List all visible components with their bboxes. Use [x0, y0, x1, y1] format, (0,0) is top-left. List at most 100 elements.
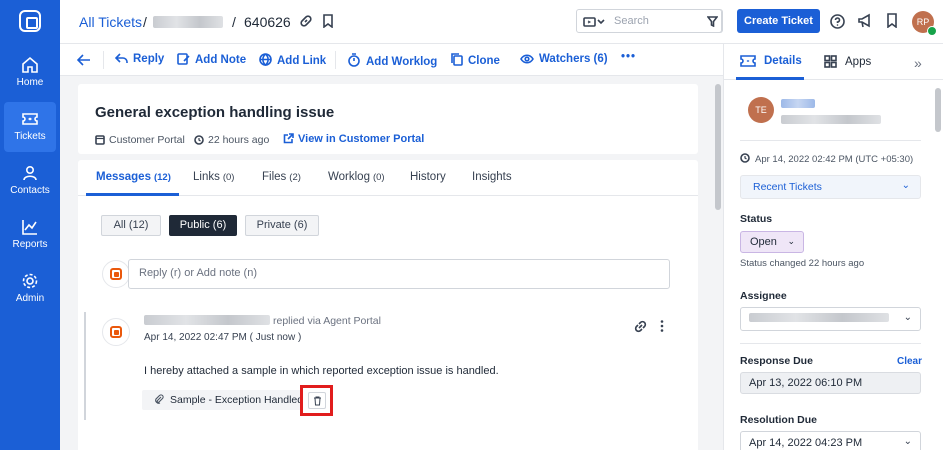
nav-label: Admin [15, 293, 45, 304]
message-more-icon[interactable] [659, 319, 665, 333]
status-label: Status [740, 213, 773, 225]
main-scrollbar-thumb[interactable] [715, 84, 721, 210]
nav-item-admin[interactable]: Admin [4, 264, 56, 314]
tab-insights[interactable]: Insights [472, 171, 512, 183]
breadcrumb-all-tickets[interactable]: All Tickets [79, 14, 142, 30]
external-link-icon [283, 133, 294, 144]
reply-label: Reply [133, 53, 165, 65]
filter-button[interactable] [703, 9, 723, 33]
clone-button[interactable]: Clone [451, 53, 500, 67]
delete-attachment-button[interactable] [308, 392, 326, 409]
trash-icon [314, 396, 321, 406]
nav-label: Contacts [10, 185, 50, 196]
resolution-due-field[interactable]: Apr 14, 2022 04:23 PM ⌄ [740, 431, 921, 450]
details-panel-tabs: Details Apps » [724, 44, 943, 80]
response-due-label: Response Due [740, 355, 813, 367]
person-icon [23, 165, 37, 181]
message-body: I hereby attached a sample in which repo… [144, 365, 499, 377]
note-icon [177, 53, 190, 65]
requester-avatar[interactable]: TE [748, 97, 774, 123]
nav-item-home[interactable]: Home [4, 48, 56, 98]
user-avatar[interactable]: RP [912, 11, 937, 36]
tab-files[interactable]: Files (2) [262, 171, 301, 183]
help-icon[interactable] [830, 14, 845, 29]
assignee-dropdown[interactable]: ⌄ [740, 307, 921, 331]
chart-icon [22, 220, 37, 235]
message-item: replied via Agent Portal Apr 14, 2022 02… [78, 302, 698, 450]
tab-details-label: Details [764, 55, 802, 67]
ticket-header-card: General exception handling issue Custome… [78, 84, 698, 154]
ticket-age-label: 22 hours ago [208, 134, 270, 146]
tab-count: (12) [153, 172, 171, 183]
reply-button[interactable]: Reply [114, 53, 165, 65]
copy-icon [451, 53, 463, 66]
filter-all[interactable]: All (12) [101, 215, 161, 236]
response-due-field[interactable]: Apr 13, 2022 06:10 PM [740, 372, 921, 394]
user-initials: RP [916, 17, 930, 27]
attachment-name: Sample - Exception Handled.zip [170, 394, 320, 406]
tab-worklog[interactable]: Worklog (0) [328, 171, 385, 183]
agent-brand-avatar-icon [102, 260, 130, 288]
divider [740, 140, 921, 141]
watchers-button[interactable]: Watchers (6) [520, 53, 608, 65]
tab-history[interactable]: History [410, 171, 446, 183]
filter-public[interactable]: Public (6) [169, 215, 237, 236]
view-in-portal-link[interactable]: View in Customer Portal [283, 133, 424, 145]
left-navigation: Home Tickets Contacts Reports Admin [0, 0, 60, 450]
tab-label: Worklog [328, 171, 370, 183]
paperclip-icon [155, 394, 164, 404]
tab-details[interactable]: Details [740, 55, 802, 67]
create-ticket-button[interactable]: Create Ticket [737, 9, 820, 33]
message-author: replied via Agent Portal [144, 315, 381, 327]
tab-apps[interactable]: Apps [824, 55, 871, 68]
tab-links[interactable]: Links (0) [193, 171, 234, 183]
add-link-button[interactable]: Add Link [259, 53, 326, 67]
ticket-number: 640626 [244, 14, 291, 30]
ticket-details-icon [740, 55, 756, 67]
tab-messages[interactable]: Messages (12) [96, 171, 171, 183]
tab-count: (2) [289, 172, 301, 183]
more-actions-icon[interactable]: ••• [621, 51, 636, 63]
clock-icon [740, 153, 750, 163]
app-logo-icon[interactable] [19, 10, 41, 32]
message-link-icon[interactable] [634, 320, 647, 333]
search-scope-dropdown-icon[interactable] [583, 16, 607, 28]
saved-bookmark-icon[interactable] [886, 13, 898, 28]
nav-item-contacts[interactable]: Contacts [4, 156, 56, 206]
message-time: Apr 14, 2022 02:47 PM ( Just now ) [144, 332, 302, 343]
apps-grid-icon [824, 55, 837, 68]
search-box[interactable]: Search [576, 9, 722, 33]
clone-label: Clone [468, 55, 500, 67]
online-status-icon [927, 26, 937, 36]
clear-response-due-link[interactable]: Clear [897, 356, 922, 367]
details-scrollbar-thumb[interactable] [935, 88, 941, 132]
filter-private[interactable]: Private (6) [245, 215, 319, 236]
bookmark-icon[interactable] [322, 14, 334, 28]
nav-item-reports[interactable]: Reports [4, 210, 56, 260]
nav-item-tickets[interactable]: Tickets [4, 102, 56, 152]
reply-input[interactable]: Reply (r) or Add note (n) [128, 259, 670, 289]
status-dropdown[interactable]: Open ⌄ [740, 231, 804, 253]
gear-icon [22, 273, 38, 289]
chevron-down-icon: ⌄ [901, 180, 910, 191]
announcement-icon[interactable] [857, 13, 873, 29]
collapse-panel-icon[interactable]: » [914, 55, 922, 71]
ticket-main-area: General exception handling issue Custome… [60, 76, 723, 450]
details-scrollbar[interactable] [935, 88, 941, 450]
main-scrollbar[interactable] [715, 84, 721, 450]
copy-link-icon[interactable] [299, 14, 313, 28]
requester-email-redacted [781, 115, 881, 124]
add-note-button[interactable]: Add Note [177, 53, 246, 66]
ticket-source-label: Customer Portal [109, 134, 185, 146]
breadcrumb-redacted-group[interactable] [153, 16, 223, 28]
resolution-due-value: Apr 14, 2022 04:23 PM [749, 437, 863, 449]
created-time-label: Apr 14, 2022 02:42 PM (UTC +05:30) [755, 154, 914, 165]
conversation-card: Messages (12) Links (0) Files (2) Worklog (0… [78, 160, 698, 450]
add-worklog-button[interactable]: Add Worklog [347, 53, 437, 68]
requester-name-redacted[interactable] [781, 99, 815, 108]
clock-history-icon [194, 135, 204, 145]
resolution-due-label: Resolution Due [740, 414, 818, 426]
recent-tickets-dropdown[interactable]: Recent Tickets ⌄ [740, 175, 921, 199]
top-bar: All Tickets / / 640626 Search Create Tic… [60, 0, 943, 44]
back-arrow-icon[interactable] [77, 54, 91, 66]
